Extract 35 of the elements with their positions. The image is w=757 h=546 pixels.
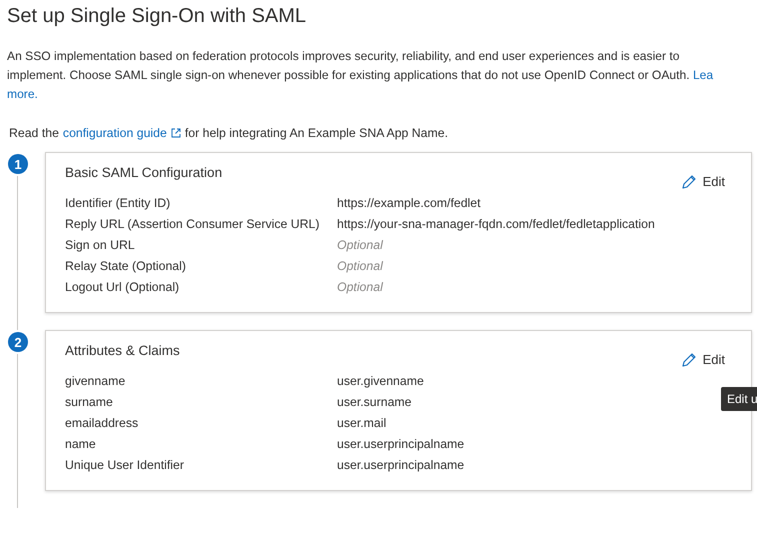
- intro-paragraph: An SSO implementation based on federation protocols improves security, reliability, and end user experiences and is easier to implement. Choose SAML single sign-on whenever possible for existing applications that do not use OpenID Connect or OAuth. Lea more.: [7, 48, 714, 103]
- field-value: user.userprincipalname: [337, 436, 466, 452]
- field-label: givenname: [65, 373, 126, 390]
- configuration-guide-link[interactable]: configuration guide: [62, 124, 167, 142]
- edit-button[interactable]: Edit: [680, 350, 725, 370]
- field-value: user.userprincipalname: [337, 457, 466, 474]
- edit-button[interactable]: Edit: [680, 172, 725, 192]
- field-label: name: [65, 436, 97, 452]
- learn-more-link[interactable]: Lea: [692, 68, 714, 82]
- step-number-badge: 2: [8, 332, 28, 352]
- field-value: https://example.com/fedlet: [337, 195, 482, 212]
- step-number-badge: 1: [8, 154, 28, 174]
- field-value: user.mail: [337, 415, 388, 432]
- field-label: Logout Url (Optional): [65, 279, 180, 296]
- tooltip: Edit u: [721, 387, 757, 412]
- guide-text: for help integrating An Example SNA App Name.: [184, 125, 448, 142]
- field-label: Relay State (Optional): [65, 258, 187, 274]
- field-value: user.givenname: [337, 373, 425, 390]
- field-value: https://your-sna-manager-fqdn.com/fedlet/fedletapplication: [337, 216, 656, 232]
- field-label: Identifier (Entity ID): [65, 195, 172, 212]
- field-label: Unique User Identifier: [65, 457, 185, 474]
- page-title: Set up Single Sign-On with SAML: [7, 4, 308, 28]
- guide-text: Read the: [9, 125, 59, 142]
- field-label: Sign on URL: [65, 237, 136, 254]
- external-link-icon: [170, 128, 181, 138]
- field-value: Optional: [337, 258, 384, 274]
- field-label: Reply URL (Assertion Consumer Service URL): [65, 216, 320, 232]
- field-value: Optional: [337, 279, 384, 296]
- pencil-icon: [680, 352, 697, 368]
- learn-more-link[interactable]: more.: [7, 87, 38, 101]
- field-value: user.surname: [337, 394, 413, 410]
- field-label: emailaddress: [65, 415, 140, 432]
- field-label: surname: [65, 394, 114, 410]
- pencil-icon: [680, 174, 697, 190]
- field-value: Optional: [337, 237, 384, 254]
